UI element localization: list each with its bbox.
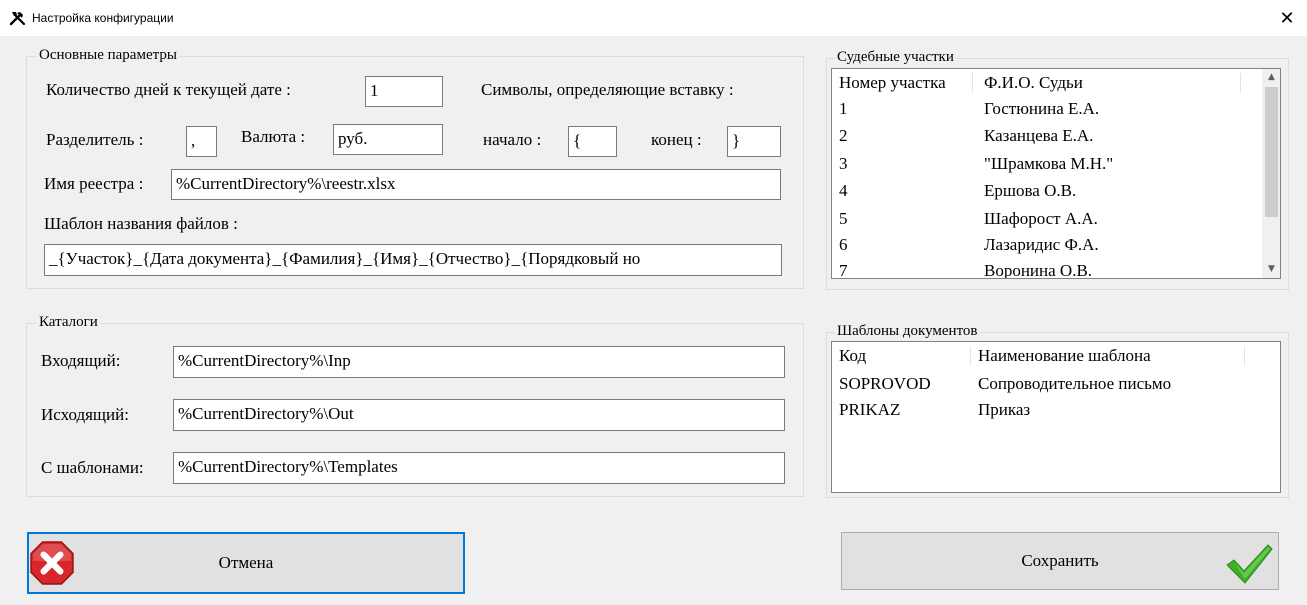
template-input[interactable]: _{Участок}_{Дата документа}_{Фамилия}_{И… (44, 244, 782, 276)
doc-templates-legend: Шаблоны документов (835, 323, 980, 340)
outgoing-label: Исходящий: (41, 405, 129, 424)
currency-input[interactable]: руб. (333, 124, 443, 155)
registry-label: Имя реестра : (44, 174, 144, 193)
column-header-code[interactable]: Код (839, 346, 866, 366)
save-label: Сохранить (1021, 551, 1099, 570)
column-header-number[interactable]: Номер участка (839, 73, 946, 93)
list-item[interactable]: 4 Ершова О.В. (832, 179, 1262, 203)
window-title: Настройка конфигурации (32, 11, 174, 25)
templates-dir-input[interactable]: %CurrentDirectory%\Templates (173, 452, 785, 484)
cancel-label: Отмена (218, 553, 274, 572)
outgoing-input[interactable]: %CurrentDirectory%\Out (173, 399, 785, 431)
courts-scrollbar[interactable]: ▲ ▼ (1262, 69, 1280, 278)
column-separator (970, 346, 971, 366)
column-header-judge[interactable]: Ф.И.О. Судьи (984, 73, 1083, 93)
cancel-button[interactable]: Отмена (27, 532, 465, 594)
end-input[interactable]: } (727, 126, 781, 157)
days-input[interactable]: 1 (365, 76, 443, 107)
list-item[interactable]: 7 Воронина О.В. (832, 259, 1262, 278)
start-label: начало : (483, 130, 542, 149)
title-bar: Настройка конфигурации ✕ (0, 0, 1307, 37)
list-item[interactable]: 1 Гостюнина Е.А. (832, 97, 1262, 121)
doc-templates-header: Код Наименование шаблона (832, 344, 1272, 368)
separator-label: Разделитель : (46, 130, 144, 149)
list-item[interactable]: 3 "Шрамкова М.Н." (832, 152, 1262, 176)
scroll-thumb[interactable] (1265, 87, 1278, 217)
list-item[interactable]: PRIKAZ Приказ (832, 398, 1272, 422)
symbols-label: Символы, определяющие вставку : (481, 80, 734, 99)
courts-legend: Судебные участки (835, 49, 956, 66)
template-label: Шаблон названия файлов : (44, 214, 238, 233)
days-label: Количество дней к текущей дате : (46, 80, 291, 99)
main-params-legend: Основные параметры (37, 47, 179, 64)
column-separator (972, 73, 973, 93)
courts-list[interactable]: Номер участка Ф.И.О. Судьи 1 Гостюнина Е… (831, 68, 1281, 279)
close-button[interactable]: ✕ (1273, 4, 1301, 32)
tools-icon (9, 12, 26, 26)
courts-header: Номер участка Ф.И.О. Судьи (832, 71, 1262, 95)
registry-input[interactable]: %CurrentDirectory%\reestr.xlsx (171, 169, 781, 200)
column-separator (1244, 346, 1245, 366)
list-item[interactable]: 2 Казанцева Е.А. (832, 124, 1262, 148)
doc-templates-list[interactable]: Код Наименование шаблона SOPROVOD Сопров… (831, 341, 1281, 493)
scroll-up-icon[interactable]: ▲ (1263, 69, 1280, 86)
list-item[interactable]: 5 Шафорост А.А. (832, 207, 1262, 231)
end-label: конец : (651, 130, 702, 149)
scroll-down-icon[interactable]: ▼ (1263, 261, 1280, 278)
currency-label: Валюта : (241, 127, 306, 146)
column-separator (1240, 73, 1241, 93)
list-item[interactable]: 6 Лазаридис Ф.А. (832, 233, 1262, 257)
catalogs-legend: Каталоги (37, 314, 100, 331)
list-item[interactable]: SOPROVOD Сопроводительное письмо (832, 372, 1272, 396)
separator-input[interactable]: , (186, 126, 217, 157)
checkmark-icon (1226, 544, 1273, 584)
save-button[interactable]: Сохранить (841, 532, 1279, 590)
incoming-input[interactable]: %CurrentDirectory%\Inp (173, 346, 785, 378)
start-input[interactable]: { (568, 126, 617, 157)
incoming-label: Входящий: (41, 351, 121, 370)
templates-dir-label: С шаблонами: (41, 458, 144, 477)
column-header-template-name[interactable]: Наименование шаблона (978, 346, 1151, 366)
